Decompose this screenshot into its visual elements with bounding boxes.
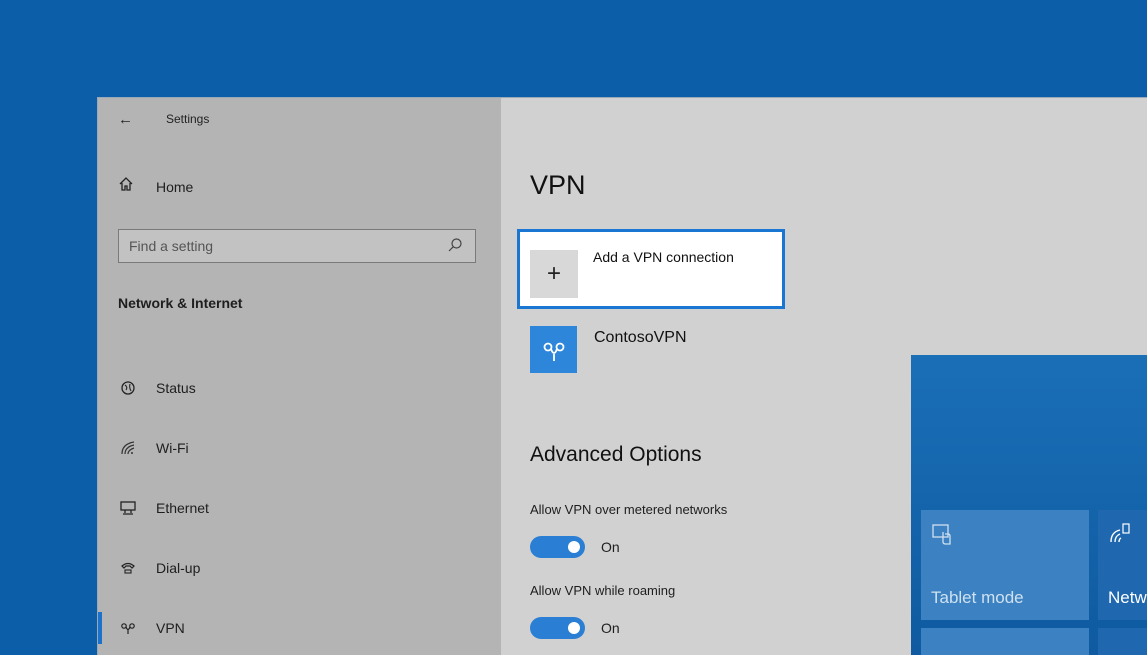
add-vpn-label: Add a VPN connection — [593, 249, 734, 265]
home-icon — [118, 176, 156, 197]
toggle-state: On — [601, 539, 620, 555]
sidebar-item-label: VPN — [156, 620, 185, 636]
tablet-mode-label: Tablet mode — [931, 588, 1024, 607]
quick-action-tile[interactable] — [921, 628, 1089, 655]
title-bar: ← Settings — [118, 108, 209, 130]
search-box[interactable] — [118, 229, 476, 263]
toggle-state: On — [601, 620, 620, 636]
vpn-icon — [530, 326, 577, 373]
sidebar-item-home[interactable]: Home — [118, 176, 193, 197]
toggle-knob — [568, 622, 580, 634]
toggle-track — [530, 536, 585, 558]
network-label: Netw — [1108, 588, 1147, 607]
sidebar-item-label: Dial-up — [156, 560, 201, 576]
metered-networks-label: Allow VPN over metered networks — [530, 502, 728, 517]
sidebar-item-dialup[interactable]: Dial-up — [98, 538, 501, 598]
sidebar-item-ethernet[interactable]: Ethernet — [98, 478, 501, 538]
home-label: Home — [156, 178, 194, 195]
wifi-icon — [120, 440, 156, 456]
app-title: Settings — [166, 112, 210, 126]
sidebar-item-vpn[interactable]: VPN — [98, 598, 501, 655]
sidebar-item-label: Wi-Fi — [156, 440, 189, 456]
sidebar: ← Settings Home Network & Internet Statu… — [98, 98, 501, 655]
tablet-mode-icon — [931, 522, 955, 551]
sidebar-item-label: Status — [156, 380, 196, 396]
search-icon[interactable] — [447, 237, 465, 255]
vpn-connection-name: ContosoVPN — [594, 329, 687, 346]
page-title: VPN — [530, 170, 586, 200]
arrow-left-icon[interactable]: ← — [118, 111, 148, 128]
toggle-knob — [568, 541, 580, 553]
sidebar-nav: Status Wi-Fi Ethernet Dial-up VPN — [98, 358, 501, 655]
advanced-options-heading: Advanced Options — [530, 443, 702, 466]
vpn-icon — [120, 620, 156, 636]
metered-networks-toggle[interactable]: On — [530, 536, 620, 558]
roaming-toggle[interactable]: On — [530, 617, 620, 639]
add-vpn-connection-button[interactable]: + Add a VPN connection — [517, 229, 785, 309]
quick-action-tile[interactable] — [1098, 628, 1147, 655]
section-title: Network & Internet — [118, 295, 243, 311]
sidebar-item-wifi[interactable]: Wi-Fi — [98, 418, 501, 478]
ethernet-icon — [120, 500, 156, 516]
sidebar-item-label: Ethernet — [156, 500, 209, 516]
vpn-connection-item[interactable]: ContosoVPN — [530, 326, 687, 373]
plus-icon: + — [530, 250, 578, 298]
action-center-panel: Tablet mode Netw — [911, 355, 1147, 655]
network-tile[interactable]: Netw — [1098, 510, 1147, 620]
search-input[interactable] — [129, 238, 447, 254]
network-icon — [1108, 522, 1132, 551]
globe-icon — [120, 380, 156, 396]
sidebar-item-status[interactable]: Status — [98, 358, 501, 418]
dialup-icon — [120, 560, 156, 576]
toggle-track — [530, 617, 585, 639]
tablet-mode-tile[interactable]: Tablet mode — [921, 510, 1089, 620]
roaming-label: Allow VPN while roaming — [530, 583, 676, 598]
